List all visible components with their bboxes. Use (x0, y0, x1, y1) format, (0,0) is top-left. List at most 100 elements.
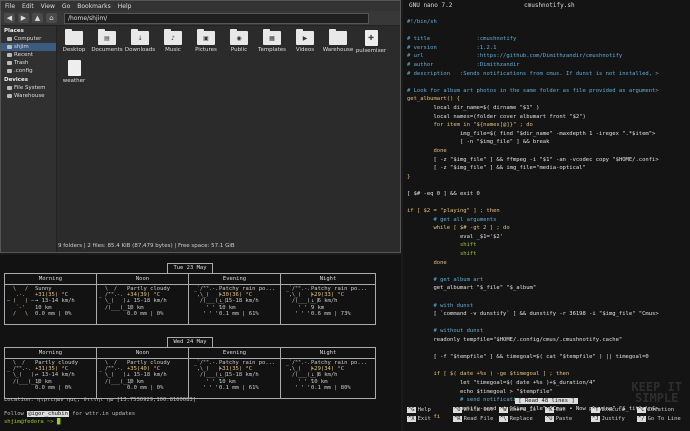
code-line: get_albumart "$_file" "$_album" (407, 285, 537, 292)
sidebar-item-label: File System (14, 85, 46, 91)
shortcut-exit[interactable]: ^X Exit (403, 416, 449, 425)
weather-rain: 0.1 mm | 61% (219, 384, 259, 391)
weather-ascii-icon: \ / _ /"".-. \_( ). /(___(__) (7, 360, 41, 385)
folder-label: pulsemixer (355, 48, 387, 54)
shortcut-label: Help (417, 407, 431, 413)
folder-icon: ♪ (164, 29, 182, 45)
code-line: # get album art (407, 276, 484, 283)
period-label: Morning (5, 348, 96, 359)
period-body: _`/"".-. ,\_( ). /(___(__) ‘ ‘ ‘ ‘ ‘ ‘Pa… (281, 359, 375, 391)
folder-label: Warehouse (322, 47, 354, 53)
shortcut-label: Location (647, 407, 675, 413)
sidebar-item-trash[interactable]: Trash (1, 59, 56, 67)
shortcut-write-out[interactable]: ^O Write Out (449, 407, 495, 416)
folder-item-warehouse[interactable]: Warehouse (322, 27, 354, 53)
shortcut-where-is[interactable]: ^W Where Is (495, 407, 541, 416)
folder-label: Documents (91, 47, 123, 53)
folder-item-public[interactable]: ◉ Public (223, 27, 255, 53)
follow-line: Follow @igor_chubin for wttr.in updates (4, 411, 135, 417)
shortcut-cut[interactable]: ^K Cut (541, 407, 587, 416)
folder-item-desktop[interactable]: Desktop (58, 27, 90, 53)
shortcut-key: ^R (453, 416, 462, 422)
sidebar-item-computer[interactable]: Computer (1, 35, 56, 43)
forecast-table: Morning \ / .-. ― ( ) ― `-' / \ Sunny +31(… (4, 273, 376, 325)
folder-label: Pictures (195, 47, 217, 53)
folder-item-downloads[interactable]: ↓ Downloads (124, 27, 156, 53)
places-header: Places (4, 28, 24, 34)
folder-label: Public (230, 47, 248, 53)
menu-view[interactable]: View (41, 3, 55, 10)
shortcut-go-to-line[interactable]: ^/Go To Line (633, 416, 681, 425)
folder-item-pulsemixer[interactable]: ✚ pulsemixer (355, 27, 387, 54)
folder-item-pictures[interactable]: ▣ Pictures (190, 27, 222, 53)
menu-help[interactable]: Help (118, 3, 132, 10)
weather-rain: 0.0 mm | 0% (35, 384, 72, 391)
code-line: } (407, 173, 411, 180)
menu-file[interactable]: File (5, 3, 15, 10)
code-line: done (407, 147, 447, 154)
back-arrow-icon[interactable]: ◀ (4, 13, 15, 23)
shortcut-read-file[interactable]: ^R Read File (449, 416, 495, 425)
follow-prefix: Follow (4, 411, 28, 417)
folder-item-music[interactable]: ♪ Music (157, 27, 189, 53)
shortcut-justify[interactable]: ^J Justify (587, 416, 633, 425)
folder-item-videos[interactable]: ▶ Videos (289, 27, 321, 53)
code-line: # description :Sends notifications from … (407, 70, 659, 77)
weather-info: Patchy rain po... +31(35) °C ↓ 15-18 km/h 1… (219, 360, 275, 391)
folder-item-templates[interactable]: ▦ Templates (256, 27, 288, 53)
code-line: if [ $( date +%s ) -ge $timegoal ] ; the… (407, 371, 570, 378)
folder-item-documents[interactable]: ▤ Documents (91, 27, 123, 53)
menu-bookmarks[interactable]: Bookmarks (77, 3, 111, 10)
shortcut-execute[interactable]: ^T Execute (587, 407, 633, 416)
forward-arrow-icon[interactable]: ▶ (18, 13, 29, 23)
sidebar-item-config[interactable]: .config (1, 67, 56, 75)
shortcut-key: ^C (637, 407, 646, 413)
shortcut-key: ^U (545, 416, 554, 422)
period-body: _`/"".-. ,\_( ). /(___(__) ‘ ‘ ‘ ‘ ‘ ‘Pa… (281, 285, 375, 317)
weather-rain: 0.1 mm | 80% (311, 384, 351, 391)
shortcut-key: ^W (499, 407, 508, 413)
sidebar-item-warehouse[interactable]: Warehouse (1, 92, 56, 100)
place-icon (7, 61, 12, 65)
sidebar-item-label: Recent (14, 52, 34, 58)
icon-glyph: ▶ (302, 35, 308, 42)
weather-wind: ↓ 15-18 km/h (127, 372, 167, 379)
shell-prompt[interactable]: shjim@fedora ~> █ (4, 419, 60, 425)
weather-terminal: Tue 23 May Morning \ / .-. ― ( ) ― `-' / … (0, 255, 401, 431)
sidebar-item-label: shjim (14, 44, 29, 50)
place-icon (7, 53, 12, 57)
code-line: local names=(folder cover albumart front… (407, 113, 586, 120)
code-line: # version :1.2.1 (407, 44, 497, 51)
code-area[interactable]: #!/bin/sh # title :cmushnotify # version :… (403, 18, 690, 422)
location-bar[interactable]: /home/shjim/ (64, 12, 369, 24)
weather-ascii-icon: \ / _ /"".-. \_( ). /(___(__) (99, 360, 133, 385)
nano-shortcut-bar: ^G Help ^O Write Out ^W Where Is ^K Cut ^T Execut… (403, 407, 690, 425)
sidebar-item-shjim[interactable]: shjim (1, 43, 56, 51)
shortcut-paste[interactable]: ^U Paste (541, 416, 587, 425)
up-arrow-icon[interactable]: ▲ (32, 13, 43, 23)
weather-wind: → 13-14 km/h (35, 298, 75, 305)
weather-rain: 0.1 mm | 61% (219, 310, 259, 317)
file-manager-window: File Edit View Go Bookmarks Help ◀ ▶ ▲ ⌂ /hom… (0, 0, 401, 253)
sidebar-item-file-system[interactable]: File System (1, 84, 56, 92)
sidebar-item-recent[interactable]: Recent (1, 51, 56, 59)
weather-info: Patchy rain po... +30(36) °C ↓ 15-18 km/h 1… (219, 286, 275, 317)
shortcut-replace[interactable]: ^\ Replace (495, 416, 541, 425)
shortcut-help[interactable]: ^G Help (403, 407, 449, 416)
period-body: \ / .-. ― ( ) ― `-' / \ Sunny +31(35) °C → … (5, 285, 96, 317)
code-line: shift (407, 242, 477, 249)
menu-bar: File Edit View Go Bookmarks Help (1, 1, 400, 11)
menu-edit[interactable]: Edit (22, 3, 34, 10)
shortcut-location[interactable]: ^C Location (633, 407, 679, 416)
home-icon[interactable]: ⌂ (46, 13, 57, 23)
period-body: \ / _ /"".-. \_( ). /(___(__) Partly clou… (97, 285, 188, 317)
file-icon (67, 60, 81, 76)
forecast-night: Night _`/"".-. ,\_( ). /(___(__) ‘ ‘ ‘ ‘… (281, 274, 375, 324)
folder-item-weather[interactable]: weather (58, 57, 90, 84)
code-line: [ -z "$img_file" ] && img_file="media-op… (407, 165, 586, 172)
follow-handle[interactable]: @igor_chubin (27, 411, 69, 417)
forecast-morning: Morning \ / _ /"".-. \_( ). /(___(__) Par… (5, 348, 97, 398)
menu-go[interactable]: Go (62, 3, 70, 10)
forecast-noon: Noon \ / _ /"".-. \_( ). /(___(__) Partly… (97, 348, 189, 398)
